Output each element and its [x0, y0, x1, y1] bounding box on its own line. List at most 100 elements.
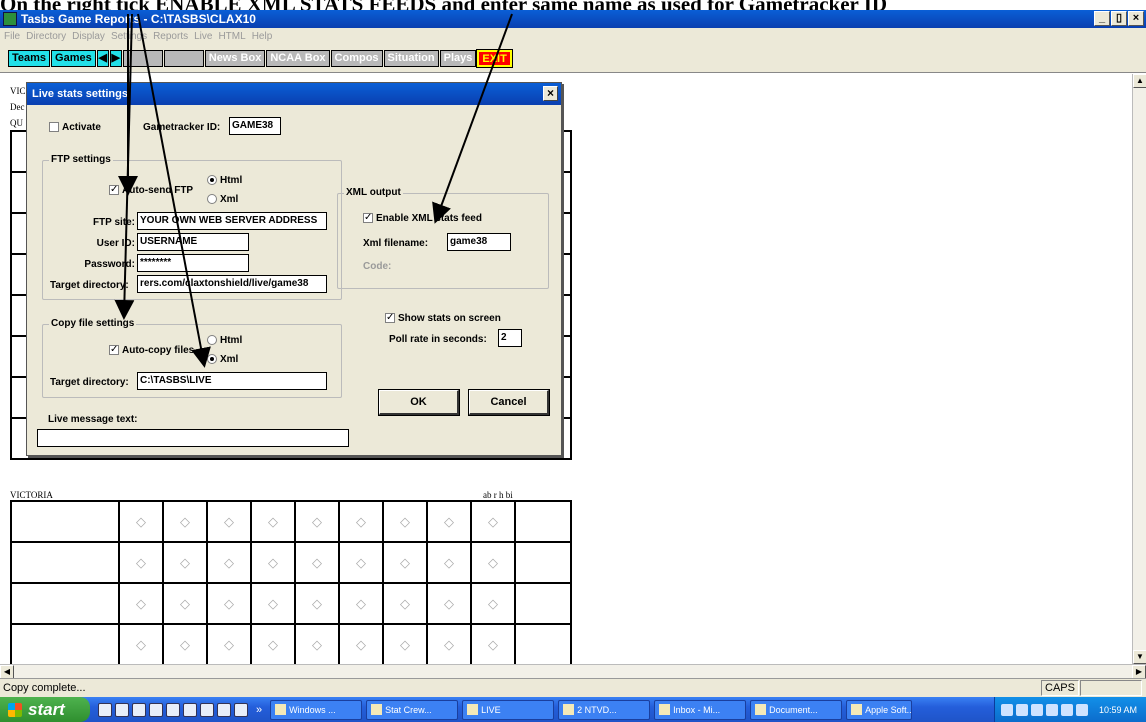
tray-monitor-icon[interactable] [1076, 703, 1088, 716]
word-icon[interactable] [98, 702, 112, 717]
task-document[interactable]: Document... [750, 699, 843, 720]
quick-launch [98, 702, 248, 717]
dialog-close-icon[interactable]: × [543, 86, 558, 101]
vertical-scrollbar[interactable]: ▲ ▼ [1132, 74, 1146, 664]
diamond-icon: ◇ [470, 541, 516, 584]
stat-cell [514, 500, 572, 543]
scroll-right-icon[interactable]: ▶ [1132, 665, 1146, 679]
auto-copy-checkbox[interactable]: ✓ Auto-copy files [109, 345, 194, 356]
scroll-up-icon[interactable]: ▲ [1133, 74, 1146, 88]
news-box-button[interactable]: News Box [204, 50, 266, 67]
radio-unselected-icon[interactable] [207, 335, 217, 346]
xml-filename-field[interactable]: game38 [447, 233, 511, 251]
menu-file[interactable]: File [4, 31, 20, 42]
live-message-field[interactable] [37, 429, 349, 447]
menu-reports[interactable]: Reports [153, 31, 188, 42]
copy-html-radio[interactable]: Html [207, 335, 242, 346]
window-icon [275, 704, 287, 715]
copy-target-field[interactable]: C:\TASBS\LIVE [137, 372, 327, 390]
games-button[interactable]: Games [51, 50, 96, 67]
outlook-icon[interactable] [166, 702, 180, 717]
user-id-field[interactable]: USERNAME [137, 233, 249, 251]
scoresheet-row: ◇◇◇◇◇◇◇◇◇ [10, 500, 572, 543]
menu-settings[interactable]: Settings [111, 31, 147, 42]
diamond-icon: ◇ [426, 582, 472, 625]
activate-check-icon[interactable] [49, 122, 59, 133]
gametracker-id-field[interactable]: GAME38 [229, 117, 281, 135]
blank-button-1[interactable] [122, 50, 163, 67]
cancel-button[interactable]: Cancel [468, 389, 550, 416]
ftp-html-radio[interactable]: Html [207, 175, 242, 186]
auto-copy-check-icon[interactable]: ✓ [109, 345, 119, 356]
ftp-xml-radio[interactable]: Xml [207, 194, 238, 205]
auto-send-check-icon[interactable]: ✓ [109, 185, 119, 196]
tray-app-icon[interactable] [1061, 703, 1073, 716]
show-stats-checkbox[interactable]: ✓ Show stats on screen [385, 313, 501, 324]
activate-checkbox[interactable]: Activate [49, 122, 101, 133]
tray-volume-icon[interactable] [1046, 703, 1058, 716]
player-icon[interactable] [200, 702, 214, 717]
tray-network-icon[interactable] [1016, 703, 1028, 716]
scroll-left-icon[interactable]: ◀ [0, 665, 14, 679]
radio-selected-icon[interactable] [207, 354, 217, 365]
menu-display[interactable]: Display [72, 31, 105, 42]
maximize-button[interactable]: ▯ [1111, 11, 1127, 26]
menu-live[interactable]: Live [194, 31, 212, 42]
close-button[interactable]: × [1128, 11, 1144, 26]
next-arrow-icon[interactable]: ▶ [109, 50, 122, 67]
enable-xml-checkbox[interactable]: ✓ Enable XML stats feed [363, 213, 482, 224]
ie-icon[interactable] [234, 702, 248, 717]
diamond-icon: ◇ [294, 623, 340, 664]
blank-button-2[interactable] [163, 50, 204, 67]
diamond-icon: ◇ [426, 500, 472, 543]
team-label-bottom: VICTORIA [10, 490, 53, 500]
task-ntvd[interactable]: 2 NTVD... [558, 699, 651, 720]
start-button[interactable]: start [0, 697, 90, 722]
excel-icon[interactable] [115, 702, 129, 717]
menu-help[interactable]: Help [252, 31, 273, 42]
scroll-down-icon[interactable]: ▼ [1133, 650, 1146, 664]
prev-arrow-icon[interactable]: ◀ [96, 50, 109, 67]
minimize-button[interactable]: _ [1094, 11, 1110, 26]
powerpoint-icon[interactable] [132, 702, 146, 717]
ok-button[interactable]: OK [378, 389, 460, 416]
radio-unselected-icon[interactable] [207, 194, 217, 205]
desktop-icon[interactable] [217, 702, 231, 717]
task-inbox[interactable]: Inbox - Mi... [654, 699, 747, 720]
compos-button[interactable]: Compos [330, 50, 383, 67]
teams-button[interactable]: Teams [8, 50, 51, 67]
password-field[interactable]: ******** [137, 254, 249, 272]
diamond-icon: ◇ [294, 582, 340, 625]
task-stat-crew[interactable]: Stat Crew... [366, 699, 459, 720]
exit-button[interactable]: EXIT [476, 49, 513, 68]
plays-button[interactable]: Plays [439, 50, 477, 67]
horizontal-scrollbar[interactable]: ◀ ▶ [0, 664, 1146, 679]
radio-selected-icon[interactable] [207, 175, 217, 186]
poll-rate-field[interactable]: 2 [498, 329, 522, 347]
task-apple-soft[interactable]: Apple Soft... [846, 699, 913, 720]
enable-xml-check-icon[interactable]: ✓ [363, 213, 373, 224]
diamond-icon: ◇ [470, 582, 516, 625]
diamond-icon: ◇ [382, 623, 428, 664]
taskbar: start » Windows ... Stat Crew... LIVE 2 … [0, 697, 1146, 722]
media-icon[interactable] [183, 702, 197, 717]
password-label: Password: [84, 259, 135, 270]
ftp-site-field[interactable]: YOUR OWN WEB SERVER ADDRESS [137, 212, 327, 230]
tray-arrow-icon[interactable] [1001, 703, 1013, 716]
auto-send-ftp-checkbox[interactable]: ✓ Auto-send FTP [109, 185, 193, 196]
situation-button[interactable]: Situation [383, 50, 439, 67]
tray-shield-icon[interactable] [1031, 703, 1043, 716]
quick-launch-chevron[interactable]: » [256, 704, 262, 716]
menu-directory[interactable]: Directory [26, 31, 66, 42]
diamond-icon: ◇ [338, 541, 384, 584]
menu-html[interactable]: HTML [218, 31, 245, 42]
clock: 10:59 AM [1099, 704, 1138, 715]
show-stats-check-icon[interactable]: ✓ [385, 313, 395, 324]
ftp-target-field[interactable]: rers.com/claxtonshield/live/game38 [137, 275, 327, 293]
copy-xml-radio[interactable]: Xml [207, 354, 238, 365]
menu-bar: File Directory Display Settings Reports … [0, 28, 1146, 45]
ncaa-box-button[interactable]: NCAA Box [266, 50, 330, 67]
access-icon[interactable] [149, 702, 163, 717]
task-live-folder[interactable]: LIVE [462, 699, 555, 720]
task-windows[interactable]: Windows ... [270, 699, 363, 720]
